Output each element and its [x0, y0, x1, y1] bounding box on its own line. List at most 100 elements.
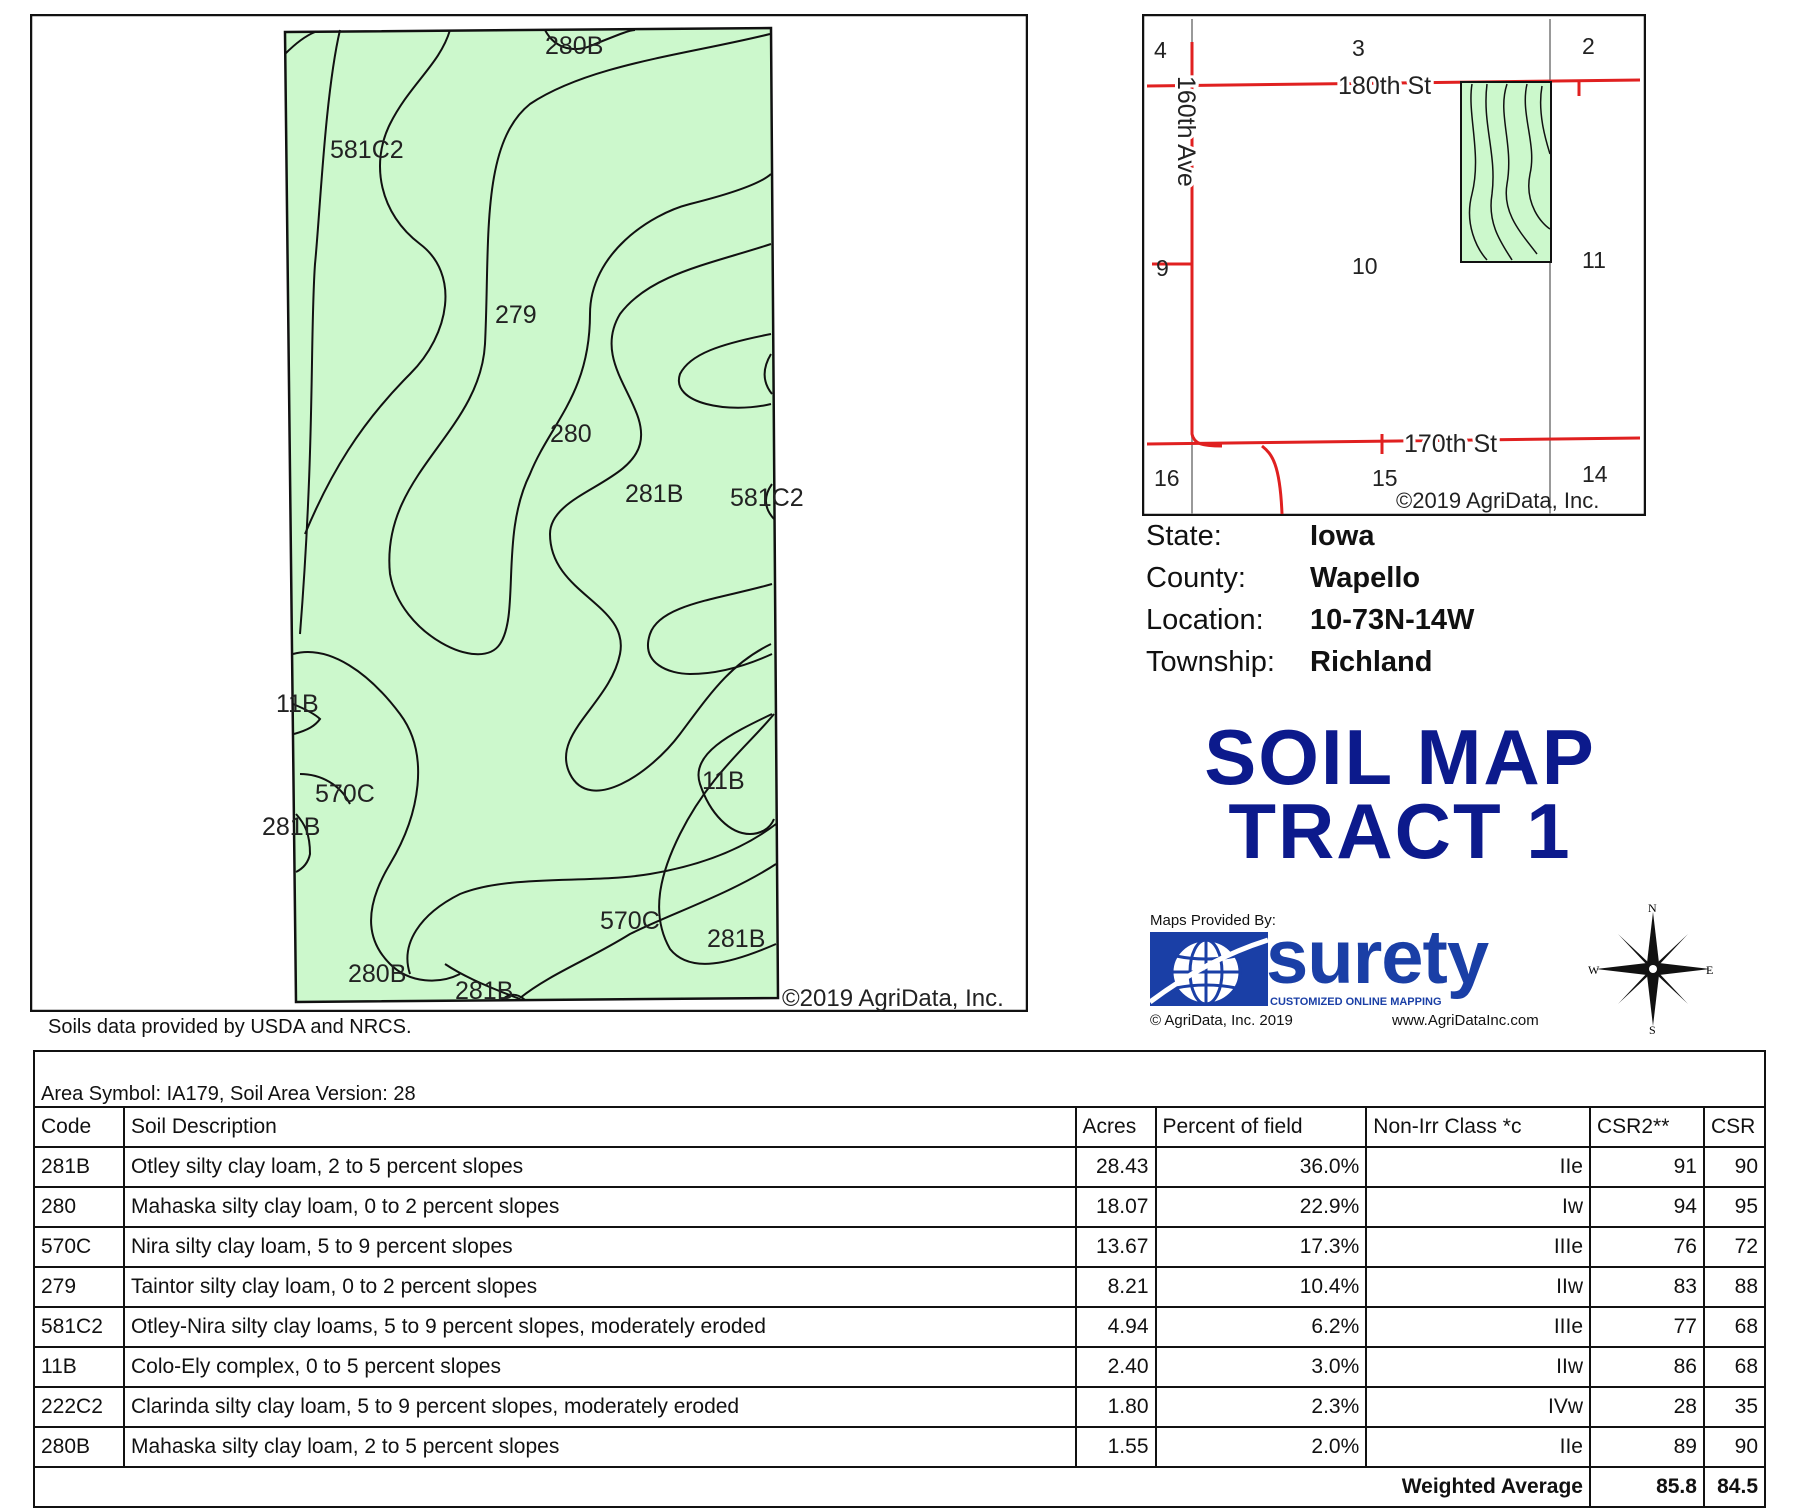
cell-csr2: 83: [1589, 1266, 1705, 1308]
soil-label: 581C2: [730, 484, 804, 512]
state-value: Iowa: [1310, 520, 1375, 552]
cell-class: IIe: [1365, 1146, 1591, 1188]
section-number: 4: [1154, 37, 1167, 63]
compass-s: S: [1649, 1023, 1656, 1034]
area-symbol: Area Symbol: IA179, Soil Area Version: 2…: [41, 1083, 416, 1105]
section-number: 14: [1582, 461, 1608, 487]
cell-acres: 2.40: [1074, 1346, 1157, 1388]
soil-label: 280: [550, 420, 592, 448]
header-class: Non-Irr Class *c: [1365, 1106, 1591, 1148]
header-csr2: CSR2**: [1589, 1106, 1705, 1148]
logo-url: www.AgriDataInc.com: [1392, 1012, 1539, 1029]
soil-data-table: Code Soil Description Acres Percent of f…: [33, 1106, 1767, 1508]
section-number: 9: [1156, 255, 1169, 281]
weighted-average-row: Weighted Average 85.8 84.5: [33, 1466, 1767, 1508]
cell-description: Otley silty clay loam, 2 to 5 percent sl…: [122, 1146, 1077, 1188]
road-label-170th: 170th St: [1404, 430, 1497, 458]
cell-class: IIw: [1365, 1346, 1591, 1388]
table-row: 280B Mahaska silty clay loam, 2 to 5 per…: [33, 1426, 1767, 1468]
cell-percent: 6.2%: [1154, 1306, 1368, 1348]
header-percent: Percent of field: [1154, 1106, 1368, 1148]
table-row: 570C Nira silty clay loam, 5 to 9 percen…: [33, 1226, 1767, 1268]
cell-csr2: 28: [1589, 1386, 1705, 1428]
table-row: 11B Colo-Ely complex, 0 to 5 percent slo…: [33, 1346, 1767, 1388]
cell-csr2: 76: [1589, 1226, 1705, 1268]
soil-label: 570C: [600, 907, 660, 935]
soil-label: 581C2: [330, 136, 404, 164]
cell-csr2: 86: [1589, 1346, 1705, 1388]
compass-w: W: [1588, 963, 1600, 977]
cell-description: Taintor silty clay loam, 0 to 2 percent …: [122, 1266, 1077, 1308]
cell-class: Iw: [1365, 1186, 1591, 1228]
source-note: Soils data provided by USDA and NRCS.: [48, 1016, 412, 1038]
cell-description: Mahaska silty clay loam, 0 to 2 percent …: [122, 1186, 1077, 1228]
header-acres: Acres: [1074, 1106, 1157, 1148]
cell-csr: 95: [1702, 1186, 1767, 1228]
road-label-160th: 160th Ave: [1172, 76, 1200, 187]
soil-label: 279: [495, 301, 537, 329]
weighted-csr2: 85.8: [1589, 1466, 1705, 1508]
cell-csr: 68: [1702, 1346, 1767, 1388]
soil-label: 11B: [702, 767, 745, 795]
cell-description: Nira silty clay loam, 5 to 9 percent slo…: [122, 1226, 1077, 1268]
cell-csr: 35: [1702, 1386, 1767, 1428]
cell-class: IIe: [1365, 1426, 1591, 1468]
section-number: 16: [1154, 465, 1180, 491]
soil-label: 280B: [545, 32, 603, 60]
cell-description: Colo-Ely complex, 0 to 5 percent slopes: [122, 1346, 1077, 1388]
cell-class: IVw: [1365, 1386, 1591, 1428]
cell-csr2: 91: [1589, 1146, 1705, 1188]
compass-e: E: [1706, 963, 1713, 977]
section-number: 3: [1352, 35, 1365, 61]
soil-map-copyright: ©2019 AgriData, Inc.: [782, 985, 1004, 1012]
location-label: Location:: [1146, 604, 1264, 636]
cell-csr: 68: [1702, 1306, 1767, 1348]
section-number: 2: [1582, 33, 1595, 59]
field-boundary: [283, 26, 780, 1004]
table-header-row: Code Soil Description Acres Percent of f…: [33, 1106, 1767, 1148]
cell-description: Otley-Nira silty clay loams, 5 to 9 perc…: [122, 1306, 1077, 1348]
cell-code: 11B: [33, 1346, 125, 1388]
cell-class: IIIe: [1365, 1306, 1591, 1348]
header-csr: CSR: [1702, 1106, 1767, 1148]
cell-code: 280B: [33, 1426, 125, 1468]
state-label: State:: [1146, 520, 1222, 552]
cell-percent: 17.3%: [1154, 1226, 1368, 1268]
soil-label: 570C: [315, 780, 375, 808]
soil-table: Area Symbol: IA179, Soil Area Version: 2…: [33, 1050, 1767, 1508]
soil-label: 281B: [262, 813, 320, 841]
section-number: 11: [1582, 247, 1606, 273]
county-value: Wapello: [1310, 562, 1421, 594]
cell-csr: 90: [1702, 1426, 1767, 1468]
surety-tagline: CUSTOMIZED ONLINE MAPPING: [1270, 996, 1442, 1008]
compass-n: N: [1648, 904, 1657, 915]
cell-class: IIIe: [1365, 1226, 1591, 1268]
surety-brand: surety: [1266, 915, 1489, 1000]
cell-percent: 36.0%: [1154, 1146, 1368, 1188]
cell-csr: 88: [1702, 1266, 1767, 1308]
cell-percent: 2.3%: [1154, 1386, 1368, 1428]
soil-map: 280B 581C2 279 280 281B 581C2 11B 570C 2…: [30, 14, 1028, 1012]
cell-acres: 28.43: [1074, 1146, 1157, 1188]
soil-label: 281B: [455, 977, 513, 1005]
cell-description: Mahaska silty clay loam, 2 to 5 percent …: [122, 1426, 1077, 1468]
map-title-line2: TRACT 1: [1228, 787, 1572, 875]
weighted-csr: 84.5: [1702, 1466, 1767, 1508]
area-symbol-row: Area Symbol: IA179, Soil Area Version: 2…: [33, 1050, 1766, 1106]
cell-acres: 13.67: [1074, 1226, 1157, 1268]
compass-rose-icon: N S W E: [1588, 904, 1713, 1034]
cell-class: IIw: [1365, 1266, 1591, 1308]
cell-csr: 90: [1702, 1146, 1767, 1188]
globe-logo-icon: [1150, 932, 1268, 1006]
soil-label: 280B: [348, 960, 406, 988]
location-map-copyright: ©2019 AgriData, Inc.: [1396, 488, 1599, 513]
header-code: Code: [33, 1106, 125, 1148]
table-row: 222C2 Clarinda silty clay loam, 5 to 9 p…: [33, 1386, 1767, 1428]
cell-code: 280: [33, 1186, 125, 1228]
cell-acres: 1.55: [1074, 1426, 1157, 1468]
location-map: 4 3 2 9 10 11 16 15 14 180th St 170th St…: [1142, 14, 1646, 516]
cell-percent: 2.0%: [1154, 1426, 1368, 1468]
cell-code: 222C2: [33, 1386, 125, 1428]
location-value: 10-73N-14W: [1310, 604, 1475, 636]
cell-code: 570C: [33, 1226, 125, 1268]
